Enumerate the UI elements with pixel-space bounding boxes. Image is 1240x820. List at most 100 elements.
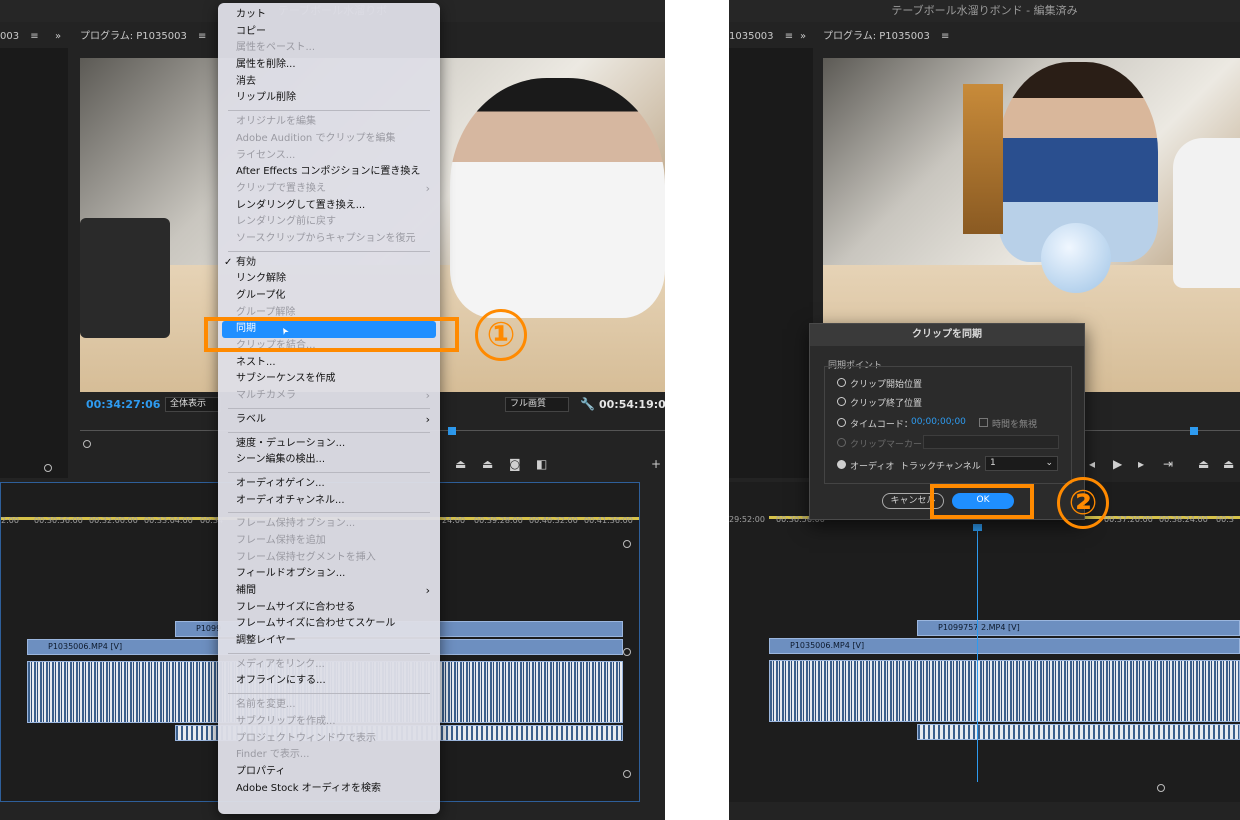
- export-frame-icon[interactable]: ◙: [509, 458, 521, 470]
- menu-item[interactable]: 調整レイヤー: [218, 633, 440, 650]
- current-timecode[interactable]: 00:34:27:06: [86, 398, 160, 411]
- expand-panels-icon[interactable]: »: [800, 26, 806, 48]
- ball-object: [1041, 223, 1111, 293]
- menu-separator: [228, 512, 430, 514]
- menu-item-label: Adobe Stock オーディオを検索: [236, 782, 381, 794]
- comparison-view-icon[interactable]: ◧: [536, 458, 547, 470]
- go-to-out-icon[interactable]: ⇥: [1163, 458, 1173, 470]
- menu-item[interactable]: After Effects コンポジションに置き換え: [218, 164, 440, 181]
- person-figure-2: [1173, 138, 1240, 288]
- radio-audio[interactable]: [837, 460, 846, 469]
- camera-equipment: [80, 218, 170, 338]
- menu-item-label: シーン編集の検出...: [236, 454, 326, 466]
- program-monitor-tab[interactable]: プログラム: P1035003 ≡: [80, 26, 206, 48]
- menu-item-label: コピー: [236, 25, 266, 37]
- menu-item[interactable]: 属性を削除...: [218, 57, 440, 74]
- panel-menu-icon[interactable]: ≡: [785, 31, 793, 42]
- dialog-title: クリップを同期: [810, 324, 1084, 346]
- panel-menu-icon[interactable]: ≡: [198, 31, 206, 42]
- zoom-handle[interactable]: [44, 464, 52, 472]
- menu-item[interactable]: ラベル ›: [218, 412, 440, 429]
- menu-item[interactable]: フレームサイズに合わせてスケール: [218, 616, 440, 633]
- menu-item[interactable]: オーディオゲイン...: [218, 476, 440, 493]
- extract-icon[interactable]: ⏏: [482, 458, 493, 470]
- menu-item-label: サブシーケンスを作成: [236, 373, 336, 385]
- extract-icon[interactable]: ⏏: [1223, 458, 1234, 470]
- menu-item-label: フレーム保持セグメントを挿入: [236, 551, 376, 563]
- track-channel-select[interactable]: 1 ⌄: [985, 456, 1058, 471]
- ruler-tick: 00:39:28:00: [474, 516, 523, 525]
- menu-item[interactable]: カット: [218, 7, 440, 24]
- menu-item[interactable]: ネスト...: [218, 355, 440, 372]
- radio-timecode[interactable]: [837, 418, 846, 427]
- playhead-marker-icon[interactable]: [1190, 427, 1198, 435]
- expand-panels-icon[interactable]: »: [55, 26, 61, 48]
- zoom-handle-left[interactable]: [83, 440, 91, 448]
- chevron-down-icon: ⌄: [1045, 458, 1053, 468]
- radio-clip-marker[interactable]: [837, 438, 846, 447]
- timecode-field[interactable]: 00;00;00;00: [911, 417, 966, 427]
- lift-icon[interactable]: ⏏: [455, 458, 466, 470]
- menu-item[interactable]: 消去: [218, 74, 440, 91]
- menu-item[interactable]: オフラインにする...: [218, 673, 440, 690]
- step-back-icon[interactable]: ◂: [1089, 458, 1095, 470]
- wrench-icon[interactable]: 🔧: [580, 398, 595, 410]
- menu-item[interactable]: オーディオチャンネル...: [218, 493, 440, 510]
- timeline-panel[interactable]: 29:52:00 00:30:56:00 00:37:20:00 00:38:2…: [729, 482, 1240, 802]
- menu-item[interactable]: 速度・デュレーション...: [218, 436, 440, 453]
- radio-clip-start[interactable]: [837, 378, 846, 387]
- timeline-playhead[interactable]: [977, 526, 978, 782]
- radio-clip-end[interactable]: [837, 397, 846, 406]
- menu-item[interactable]: Adobe Stock オーディオを検索: [218, 781, 440, 798]
- vscroll-mid[interactable]: [623, 648, 631, 656]
- clip-v1[interactable]: P1035006.MP4 [V]: [769, 638, 1240, 654]
- menu-item-label: レンダリング前に戻す: [236, 216, 336, 228]
- hscroll-handle[interactable]: [1157, 784, 1165, 792]
- submenu-arrow-icon: ›: [425, 181, 430, 195]
- menu-item[interactable]: リンク解除: [218, 271, 440, 288]
- menu-item[interactable]: ✓ 有効: [218, 255, 440, 272]
- menu-item-label: Finder で表示...: [236, 749, 310, 761]
- source-tab[interactable]: 003 ≡: [0, 26, 39, 48]
- playhead-handle-icon[interactable]: [973, 524, 982, 531]
- clip-v2[interactable]: P1099757 2.MP4 [V]: [917, 620, 1240, 636]
- play-icon[interactable]: ▶: [1113, 458, 1122, 470]
- playhead-marker-icon[interactable]: [448, 427, 456, 435]
- menu-item[interactable]: フレームサイズに合わせる: [218, 600, 440, 617]
- menu-item[interactable]: コピー: [218, 24, 440, 41]
- right-screenshot: テーブボール水溜りボンド - 編集済み 1035003 ≡ » プログラム: P…: [729, 0, 1240, 820]
- lift-icon[interactable]: ⏏: [1198, 458, 1209, 470]
- vscroll-top[interactable]: [623, 540, 631, 548]
- menu-item[interactable]: サブシーケンスを作成: [218, 371, 440, 388]
- panel-menu-icon[interactable]: ≡: [30, 31, 38, 42]
- track-channel-label: トラックチャンネル: [900, 462, 981, 472]
- panel-menu-icon[interactable]: ≡: [941, 31, 949, 42]
- menu-item[interactable]: リップル削除: [218, 90, 440, 107]
- zoom-select[interactable]: 全体表示: [165, 397, 221, 412]
- menu-item-label: サブクリップを作成...: [236, 715, 336, 727]
- ruler-tick: 00:41:36:00: [584, 516, 633, 525]
- clip-marker-select[interactable]: [923, 435, 1059, 449]
- left-screenshot: テーブボール水溜りボ 003 ≡ » プログラム: P1035003 ≡ 00:…: [0, 0, 665, 820]
- menu-item[interactable]: シーン編集の検出...: [218, 452, 440, 469]
- menu-item: レンダリング前に戻す: [218, 214, 440, 231]
- ignore-hours-checkbox[interactable]: [979, 418, 988, 427]
- menu-item[interactable]: フィールドオプション...: [218, 566, 440, 583]
- program-monitor-tab[interactable]: プログラム: P1035003 ≡: [823, 26, 949, 48]
- audio-clip-a1[interactable]: [769, 660, 1240, 722]
- source-tab[interactable]: 1035003 ≡: [729, 26, 793, 48]
- add-button-icon[interactable]: +: [651, 458, 661, 470]
- menu-item-label: Adobe Audition でクリップを編集: [236, 132, 396, 144]
- menu-item[interactable]: 補間 ›: [218, 583, 440, 600]
- vscroll-bottom[interactable]: [623, 770, 631, 778]
- quality-select[interactable]: フル画質: [505, 397, 569, 412]
- step-forward-icon[interactable]: ▸: [1138, 458, 1144, 470]
- menu-item[interactable]: レンダリングして置き換え...: [218, 198, 440, 215]
- audio-clip-a2[interactable]: [917, 724, 1240, 740]
- menu-item[interactable]: グループ化: [218, 288, 440, 305]
- menu-item: ライセンス...: [218, 148, 440, 165]
- menu-item-label: ソースクリップからキャプションを復元: [236, 232, 416, 244]
- menu-item-label: プロパティ: [236, 765, 286, 777]
- giraffe-toy: [963, 84, 1003, 234]
- menu-item[interactable]: プロパティ: [218, 764, 440, 781]
